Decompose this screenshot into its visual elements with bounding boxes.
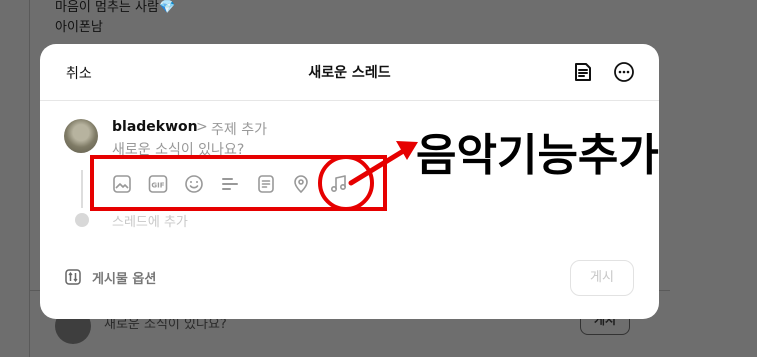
dialog-header: 취소 새로운 스레드 [40,44,659,100]
username: bladekwon [112,119,198,135]
add-thread-button[interactable]: 스레드에 추가 [112,211,188,230]
post-options-label[interactable]: 게시물 옵션 [92,268,156,287]
options-icon[interactable] [65,269,81,285]
dialog-title: 새로운 스레드 [308,65,391,81]
header-divider [40,100,659,101]
thread-line [81,170,83,208]
small-avatar [75,213,89,227]
annotation-highlight-circle [318,155,374,211]
more-icon[interactable] [613,61,635,83]
avatar [64,119,98,153]
background-divider-vertical [29,0,30,357]
annotation-label: 음악기능추가 [416,130,659,181]
topic-chevron-icon: > [196,119,208,135]
feed-text-line: 마음이 멈추는 사람💎 [55,0,176,15]
document-icon[interactable] [572,61,594,83]
post-button[interactable]: 게시 [570,260,634,296]
topic-input[interactable]: 주제 추가 [211,119,267,139]
feed-username: 아이폰남 [55,20,103,35]
